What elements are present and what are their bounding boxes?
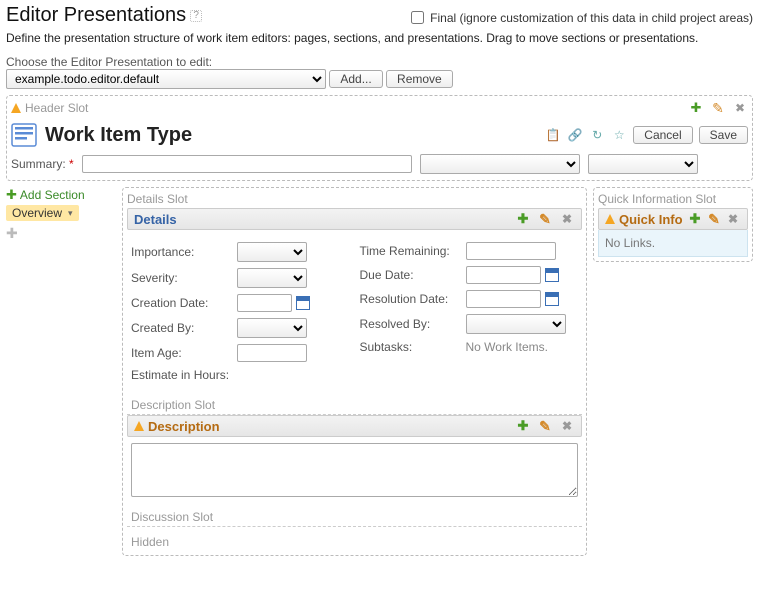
edit-icon[interactable] [710,100,726,116]
hidden-slot-label: Hidden [127,533,582,551]
chevron-down-icon: ▾ [68,208,73,219]
work-item-type-title: Work Item Type [45,124,192,147]
edit-icon[interactable] [537,418,553,434]
delete-icon[interactable] [559,211,575,227]
toolbar-icon-3[interactable]: ↻ [589,127,605,143]
add-editor-button[interactable]: Add... [329,70,382,88]
severity-label: Severity: [131,271,231,285]
estimate-label: Estimate in Hours: [131,368,229,382]
add-icon[interactable] [688,100,704,116]
quick-info-slot-label: Quick Information Slot [598,192,716,206]
item-age-label: Item Age: [131,346,231,360]
description-header: Description [127,415,582,437]
page-title: Editor Presentations ? [6,4,202,27]
quick-info-header: Quick Information [598,208,748,230]
work-item-type-icon [11,122,37,148]
calendar-icon[interactable] [545,268,559,282]
tab-overview[interactable]: Overview ▾ [6,205,79,221]
severity-select[interactable] [237,268,307,288]
calendar-icon[interactable] [545,292,559,306]
page-description: Define the presentation structure of wor… [6,31,753,45]
discussion-slot-label: Discussion Slot [127,508,582,527]
header-slot-label: Header Slot [25,101,88,115]
warning-icon [134,421,144,431]
subtasks-label: Subtasks: [360,340,460,354]
summary-select-2[interactable] [588,154,698,174]
warning-icon [605,214,615,224]
summary-label: Summary: * [11,157,74,171]
add-section-button[interactable]: Add Section [6,187,116,203]
importance-select[interactable] [237,242,307,262]
subtasks-value: No Work Items. [466,340,579,354]
quick-info-slot: Quick Information Slot Quick Information… [593,187,753,262]
creation-date-label: Creation Date: [131,296,231,310]
help-icon[interactable]: ? [190,10,202,22]
description-textarea[interactable] [131,443,578,497]
due-date-input[interactable] [466,266,541,284]
cancel-button[interactable]: Cancel [633,126,692,144]
summary-input[interactable] [82,155,412,173]
details-slot-label: Details Slot [127,192,188,206]
description-slot-label: Description Slot [127,396,582,415]
created-by-select[interactable] [237,318,307,338]
toolbar-icon-1[interactable]: 📋 [545,127,561,143]
sidebar: Add Section Overview ▾ ✚ [6,187,116,242]
plus-icon [6,187,17,203]
edit-icon[interactable] [706,211,722,227]
details-slot: Details Slot Details Importance: Severit… [122,187,587,556]
resolved-by-label: Resolved By: [360,317,460,331]
editor-presentation-select[interactable]: example.todo.editor.default [6,69,326,89]
importance-label: Importance: [131,245,231,259]
save-button[interactable]: Save [699,126,748,144]
page-title-text: Editor Presentations [6,4,186,27]
toolbar-icon-4[interactable]: ☆ [611,127,627,143]
add-icon[interactable] [515,418,531,434]
quick-info-body: No Links. [598,230,748,257]
details-header: Details [127,208,582,230]
summary-select-1[interactable] [420,154,580,174]
created-by-label: Created By: [131,321,231,335]
creation-date-input[interactable] [237,294,292,312]
edit-icon[interactable] [537,211,553,227]
due-date-label: Due Date: [360,268,460,282]
delete-icon[interactable] [559,418,575,434]
resolved-by-select[interactable] [466,314,566,334]
delete-icon[interactable] [732,100,748,116]
calendar-icon[interactable] [296,296,310,310]
time-remaining-label: Time Remaining: [360,244,460,258]
delete-icon[interactable] [725,211,741,227]
add-section-label: Add Section [20,188,85,202]
add-icon[interactable] [515,211,531,227]
choose-editor-label: Choose the Editor Presentation to edit: [6,55,212,69]
add-icon[interactable] [687,211,703,227]
resolution-date-label: Resolution Date: [360,292,460,306]
warning-icon [11,103,21,113]
header-slot: Header Slot Work Item Type 📋 🔗 ↻ ☆ Cance… [6,95,753,181]
remove-editor-button[interactable]: Remove [386,70,453,88]
item-age-input[interactable] [237,344,307,362]
resolution-date-input[interactable] [466,290,541,308]
final-checkbox-label: Final (ignore customization of this data… [430,11,753,25]
tab-overview-label: Overview [12,206,62,220]
time-remaining-input[interactable] [466,242,556,260]
final-checkbox-row[interactable]: Final (ignore customization of this data… [407,8,753,27]
add-tab-icon[interactable]: ✚ [6,225,116,242]
toolbar-icon-2[interactable]: 🔗 [567,127,583,143]
final-checkbox[interactable] [411,11,424,24]
